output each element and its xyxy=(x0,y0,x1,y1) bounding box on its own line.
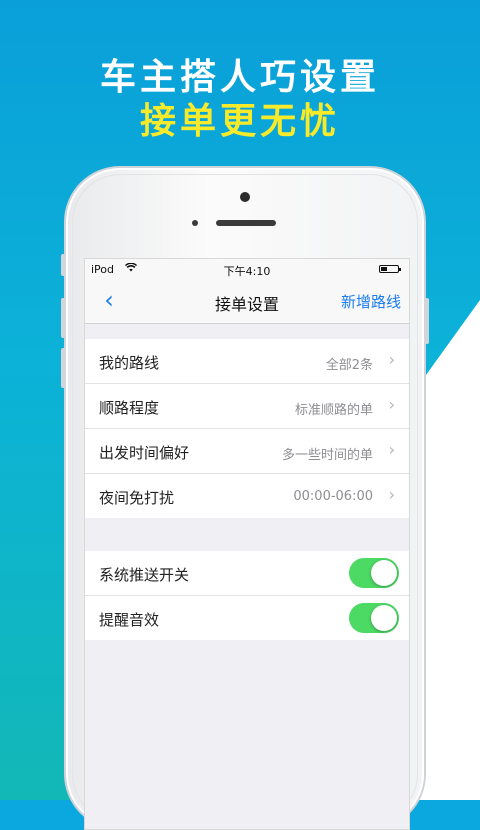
speaker xyxy=(216,220,276,226)
row-label: 出发时间偏好 xyxy=(99,444,190,462)
toggle-group: 系统推送开关 提醒音效 xyxy=(85,551,409,640)
push-notification-toggle[interactable] xyxy=(349,558,399,588)
settings-row-my-routes[interactable]: 我的路线 全部2条 › xyxy=(85,339,409,384)
volume-up-button xyxy=(61,298,66,338)
power-button xyxy=(424,298,429,344)
settings-row-departure-preference[interactable]: 出发时间偏好 多一些时间的单 › xyxy=(85,429,409,474)
row-label: 提醒音效 xyxy=(99,611,160,629)
add-route-button[interactable]: 新增路线 xyxy=(341,291,401,312)
settings-row-sound: 提醒音效 xyxy=(85,596,409,640)
navigation-bar: ‹ 接单设置 新增路线 xyxy=(85,279,409,324)
row-label: 我的路线 xyxy=(99,354,160,372)
chevron-right-icon: › xyxy=(388,350,395,369)
status-bar: iPod 下午4:10 xyxy=(85,259,409,279)
mute-switch xyxy=(61,254,66,276)
promo-subline: 接单更无忧 xyxy=(139,101,340,142)
row-value: 00:00-06:00 xyxy=(293,489,373,504)
settings-row-push-switch: 系统推送开关 xyxy=(85,551,409,596)
row-value: 标准顺路的单 xyxy=(294,403,373,418)
row-label: 系统推送开关 xyxy=(99,566,190,584)
chevron-right-icon: › xyxy=(388,395,395,414)
chevron-right-icon: › xyxy=(388,440,395,459)
row-label: 顺路程度 xyxy=(99,399,160,417)
toggle-knob xyxy=(371,560,397,586)
sound-effect-toggle[interactable] xyxy=(349,603,399,633)
phone-frame: iPod 下午4:10 ‹ 接单设置 新增路线 我的路线 全部2条 › 顺路程度… xyxy=(61,168,429,830)
chevron-right-icon: › xyxy=(388,485,395,504)
row-value: 全部2条 xyxy=(325,358,373,373)
settings-row-route-match[interactable]: 顺路程度 标准顺路的单 › xyxy=(85,384,409,429)
settings-group: 我的路线 全部2条 › 顺路程度 标准顺路的单 › 出发时间偏好 多一些时间的单… xyxy=(85,339,409,518)
battery-icon xyxy=(379,265,401,273)
toggle-knob xyxy=(371,605,397,631)
phone-screen: iPod 下午4:10 ‹ 接单设置 新增路线 我的路线 全部2条 › 顺路程度… xyxy=(84,258,410,830)
sensor xyxy=(192,220,198,226)
status-time: 下午4:10 xyxy=(223,265,271,278)
row-label: 夜间免打扰 xyxy=(99,489,175,507)
camera xyxy=(240,192,250,202)
volume-down-button xyxy=(61,348,66,388)
row-value: 多一些时间的单 xyxy=(281,448,373,463)
settings-row-night-dnd[interactable]: 夜间免打扰 00:00-06:00 › xyxy=(85,474,409,518)
